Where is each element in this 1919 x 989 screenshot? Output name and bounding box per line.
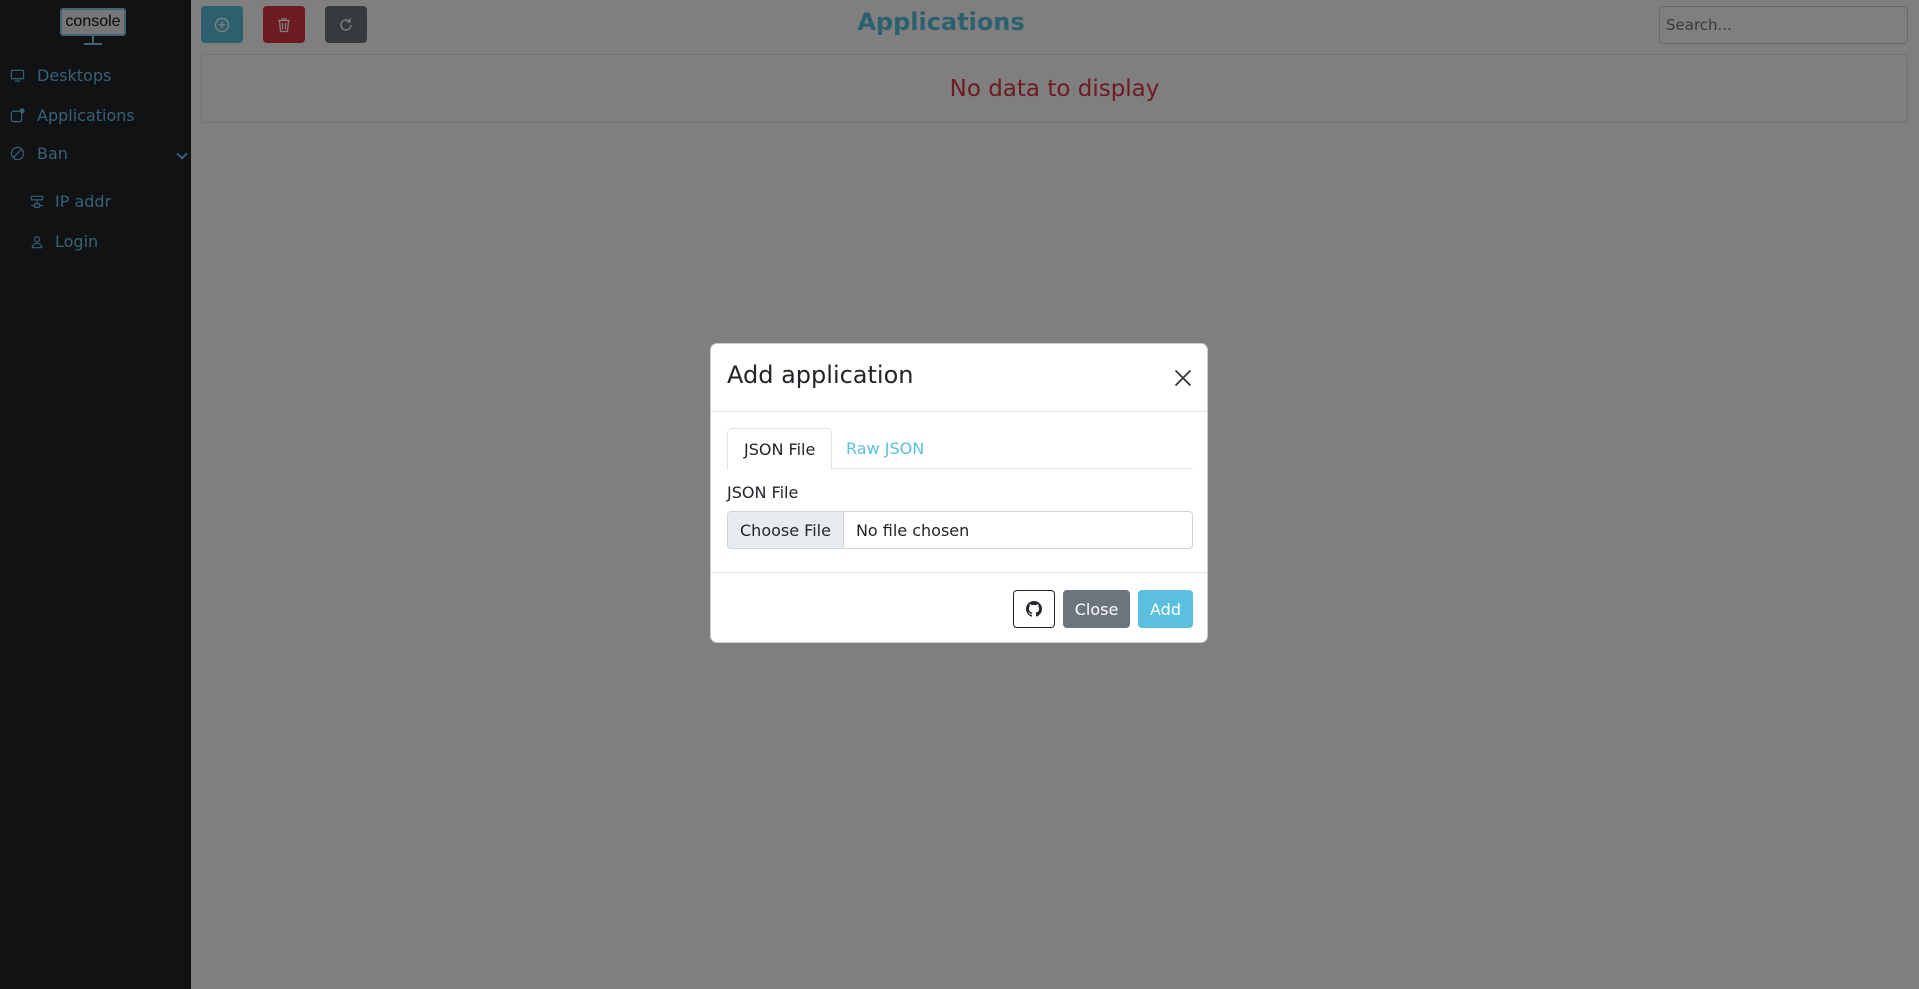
tab-bar: JSON File Raw JSON: [727, 428, 1193, 470]
modal-header: Add application: [711, 344, 1207, 412]
add-submit-button[interactable]: Add: [1138, 590, 1193, 628]
github-button[interactable]: [1013, 590, 1055, 628]
tab-json-file[interactable]: JSON File: [727, 428, 833, 470]
modal-title: Add application: [727, 361, 914, 389]
tab-raw-json[interactable]: Raw JSON: [830, 428, 940, 469]
modal-footer: Close Add: [711, 572, 1207, 644]
modal-body: JSON File Raw JSON JSON File Choose File…: [727, 428, 1193, 549]
json-file-label: JSON File: [727, 483, 799, 502]
add-application-modal: Add application JSON File Raw JSON JSON …: [710, 343, 1208, 643]
close-button[interactable]: Close: [1063, 590, 1130, 628]
github-icon: [1026, 601, 1042, 617]
json-file-input[interactable]: Choose File No file chosen: [727, 511, 1193, 549]
choose-file-button[interactable]: Choose File: [728, 512, 844, 548]
close-icon[interactable]: [1173, 368, 1193, 388]
file-status: No file chosen: [855, 520, 970, 540]
